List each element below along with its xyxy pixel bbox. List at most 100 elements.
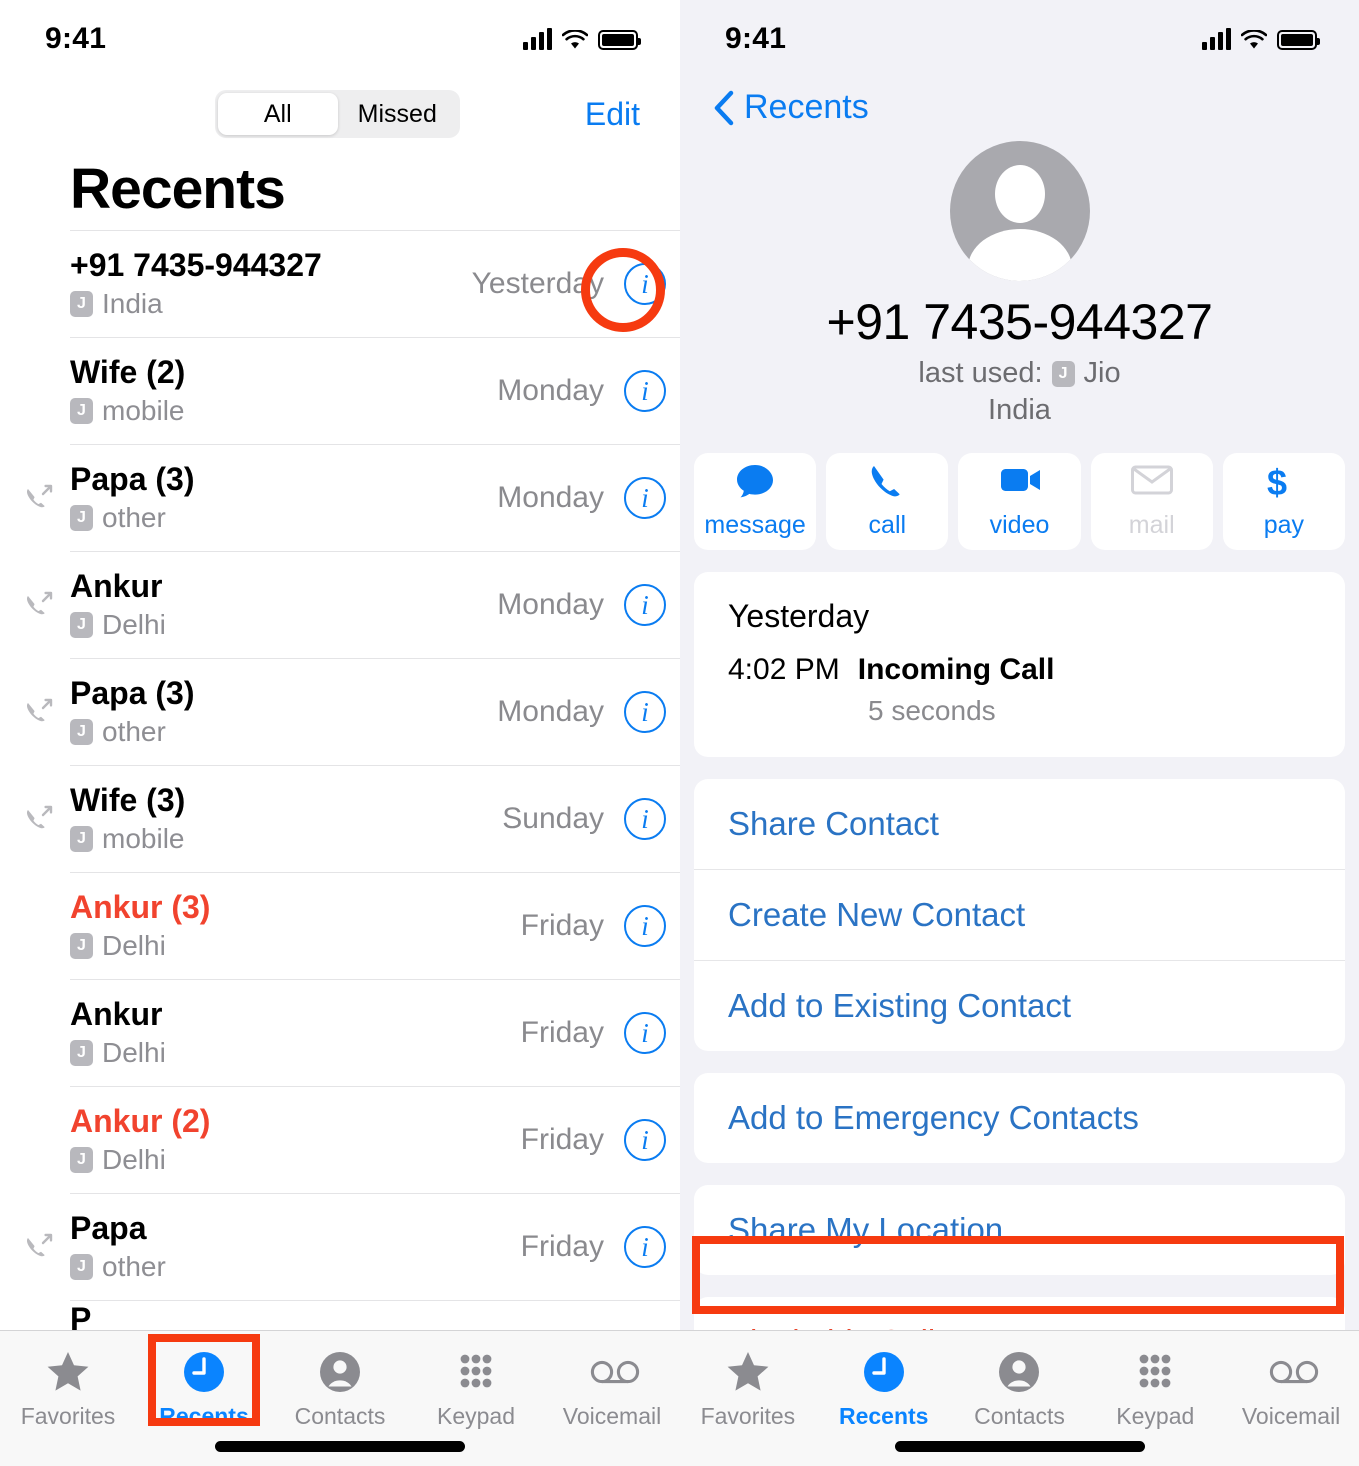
sim-badge: J [70,397,93,424]
wifi-icon [1240,29,1268,50]
call-list-item[interactable]: Ankur (3) J Delhi Friday i [70,872,680,979]
call-label: other [102,716,166,748]
contact-actions-group-1: Share Contact Create New Contact Add to Ex… [694,779,1345,1051]
share-contact-row[interactable]: Share Contact [694,779,1345,869]
add-to-existing-contact-row[interactable]: Add to Existing Contact [694,960,1345,1051]
voicemail-icon [1268,1349,1319,1395]
outgoing-call-icon [22,1231,54,1263]
call-contact-name: Papa [70,1210,147,1247]
call-info-button[interactable]: i [624,1226,666,1268]
call-item-subtitle: J Delhi [70,1036,521,1070]
call-item-text: Papa Jother [70,1210,521,1283]
battery-icon [598,30,641,50]
call-label: mobile [102,395,185,427]
recents-call-list: +91 7435-944327 J India Yesterday i Wife (2) J… [0,230,680,1334]
contact-region: India [988,394,1051,426]
call-list-item-partial[interactable]: P [70,1300,680,1334]
history-duration: 5 seconds [868,695,996,726]
call-list-item[interactable]: Papa (3) Jother Monday i [26,444,680,551]
outgoing-call-icon [22,589,54,621]
tab-favorites[interactable]: Favorites [680,1349,816,1430]
outgoing-call-icon [22,696,54,728]
action-label: mail [1128,511,1175,539]
call-item-text: +91 7435-944327 J India [70,247,472,320]
tab-contacts[interactable]: Contacts [952,1349,1088,1430]
tab-favorites[interactable]: Favorites [0,1349,136,1430]
home-indicator [894,1441,1145,1452]
avatar-head [994,165,1045,223]
call-info-button[interactable]: i [624,798,666,840]
tab-recents[interactable]: Recents [816,1349,952,1430]
call-info-button[interactable]: i [624,691,666,733]
quick-action-row: message call video mail $ pay [680,427,1359,550]
share-my-location-row[interactable]: Share My Location [694,1185,1345,1275]
call-label: Delhi [102,1037,166,1069]
action-button-message[interactable]: message [694,453,817,550]
tab-voicemail[interactable]: Voicemail [1223,1349,1359,1430]
call-timestamp: Monday [497,374,604,407]
call-list-item[interactable]: Wife (3) Jmobile Sunday i [26,765,680,872]
call-list-item[interactable]: Ankur (2) J Delhi Friday i [70,1086,680,1193]
call-info-button[interactable]: i [624,1119,666,1161]
tab-voicemail[interactable]: Voicemail [544,1349,680,1430]
segment-all[interactable]: All [218,93,338,135]
dollar-icon: $ [1262,462,1306,503]
back-to-recents-button[interactable]: Recents [680,78,1359,127]
action-button-video[interactable]: video [958,453,1081,550]
action-label: pay [1263,511,1305,539]
call-info-button[interactable]: i [624,370,666,412]
action-button-pay[interactable]: $ pay [1222,453,1346,550]
call-list-item[interactable]: Wife (2) Jmobile Monday i [70,337,680,444]
call-label: Delhi [102,609,166,641]
phone-icon [865,463,909,501]
call-list-item[interactable]: Ankur J Delhi Friday i [70,979,680,1086]
call-info-button[interactable]: i [624,477,666,519]
tab-label: Voicemail [1241,1403,1341,1429]
contact-phone-number: +91 7435-944327 [826,294,1213,350]
history-type: Incoming Call [857,653,1055,686]
recents-filter-segmented-control[interactable]: All Missed [215,90,460,138]
call-list-item[interactable]: Papa (3) Jother Monday i [26,658,680,765]
call-contact-name: Papa (3) [70,675,195,712]
add-to-emergency-contacts-row[interactable]: Add to Emergency Contacts [694,1073,1345,1163]
status-bar-right: 9:41 [680,0,1359,78]
edit-button[interactable]: Edit [585,96,640,133]
call-label: Delhi [102,1144,166,1176]
call-list-item[interactable]: +91 7435-944327 J India Yesterday i [70,230,680,337]
tab-keypad[interactable]: Keypad [1087,1349,1223,1430]
sim-badge: J [70,290,93,317]
call-item-subtitle: Jother [70,501,497,535]
status-time: 9:41 [45,22,107,55]
create-new-contact-row[interactable]: Create New Contact [694,869,1345,960]
call-info-button[interactable]: i [624,905,666,947]
cellular-bars-icon [1202,28,1231,50]
call-label: Delhi [102,930,166,962]
clock-icon [861,1349,907,1395]
tab-recents[interactable]: Recents [136,1349,272,1430]
tab-contacts[interactable]: Contacts [272,1349,408,1430]
avatar-body [967,229,1072,281]
call-timestamp: Yesterday [471,267,604,300]
battery-icon [1277,30,1320,50]
call-list-item[interactable]: Papa Jother Friday i [26,1193,680,1300]
history-time: 4:02 PM [728,653,840,686]
call-info-button[interactable]: i [624,263,666,305]
outgoing-call-icon [22,482,54,514]
contact-actions-group-2: Add to Emergency Contacts [694,1073,1345,1163]
video-camera-icon [998,463,1042,501]
call-info-button[interactable]: i [624,1012,666,1054]
segment-missed[interactable]: Missed [338,93,458,135]
tab-label: Recents [838,1403,929,1429]
action-button-call[interactable]: call [826,453,949,550]
right-phone-screen: 9:41 Recents +91 7435-944327 last used: … [680,0,1359,1466]
tab-keypad[interactable]: Keypad [408,1349,544,1430]
status-time: 9:41 [725,22,787,55]
call-item-subtitle: J Delhi [70,929,521,963]
action-label: video [989,511,1050,539]
envelope-icon [1130,463,1174,501]
tab-label: Favorites [700,1403,796,1429]
call-list-item[interactable]: Ankur J Delhi Monday i [26,551,680,658]
action-label: message [704,511,806,539]
call-info-button[interactable]: i [624,584,666,626]
call-item-subtitle: Jother [70,715,497,749]
